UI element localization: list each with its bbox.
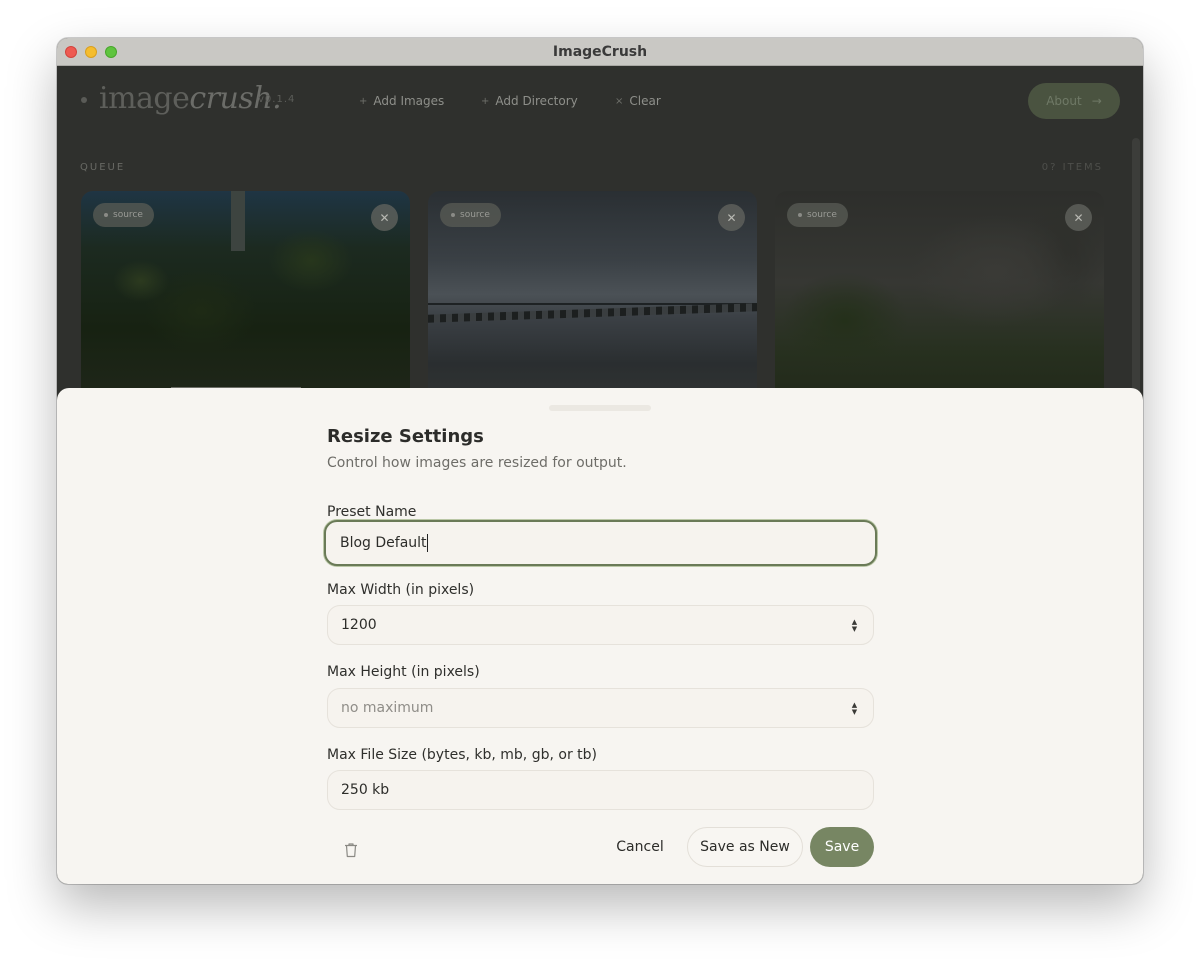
- dot-icon: [798, 213, 802, 217]
- add-images-label: Add Images: [373, 94, 445, 108]
- version-label: v0.1.4: [258, 94, 296, 105]
- about-button[interactable]: About →: [1028, 83, 1120, 119]
- dot-icon: [104, 213, 108, 217]
- delete-preset-button[interactable]: [340, 839, 362, 861]
- source-badge: source: [93, 203, 154, 227]
- minimize-window-button[interactable]: [85, 46, 97, 58]
- close-icon: ×: [615, 95, 624, 107]
- trash-icon: [345, 843, 357, 858]
- source-badge-label: source: [807, 210, 837, 220]
- max-height-placeholder: no maximum: [341, 700, 434, 716]
- close-icon: ✕: [726, 210, 737, 225]
- save-button[interactable]: Save: [810, 827, 874, 867]
- preset-name-label: Preset Name: [327, 504, 417, 520]
- queue-card[interactable]: source ✕: [81, 191, 410, 421]
- clear-label: Clear: [629, 94, 661, 108]
- stepper-icon[interactable]: ▲ ▼: [850, 618, 859, 634]
- max-width-value: 1200: [341, 617, 377, 633]
- plus-icon: +: [359, 95, 368, 107]
- stepper-icon[interactable]: ▲ ▼: [850, 701, 859, 717]
- cancel-button[interactable]: Cancel: [607, 827, 673, 867]
- add-directory-button[interactable]: + Add Directory: [481, 89, 578, 113]
- close-icon: ✕: [1073, 210, 1084, 225]
- remove-image-button[interactable]: ✕: [718, 204, 745, 231]
- max-file-size-label: Max File Size (bytes, kb, mb, gb, or tb): [327, 747, 597, 763]
- source-badge-label: source: [113, 210, 143, 220]
- title-bar: ImageCrush: [57, 38, 1143, 66]
- arrow-right-icon: →: [1091, 94, 1102, 108]
- clear-button[interactable]: × Clear: [615, 89, 661, 113]
- add-directory-label: Add Directory: [495, 94, 578, 108]
- dot-icon: [451, 213, 455, 217]
- logo-main: image: [99, 81, 190, 116]
- window-title: ImageCrush: [552, 43, 648, 60]
- sheet-subtitle: Control how images are resized for outpu…: [327, 455, 627, 471]
- close-icon: ✕: [379, 210, 390, 225]
- save-as-new-button[interactable]: Save as New: [687, 827, 803, 867]
- about-label: About: [1046, 94, 1082, 108]
- queue-card[interactable]: source ✕: [775, 191, 1104, 421]
- queue-card[interactable]: source ✕: [428, 191, 757, 421]
- close-window-button[interactable]: [65, 46, 77, 58]
- source-badge: source: [787, 203, 848, 227]
- preset-name-value: Blog Default: [340, 535, 427, 551]
- sheet-title: Resize Settings: [327, 426, 484, 447]
- remove-image-button[interactable]: ✕: [1065, 204, 1092, 231]
- app-window: ImageCrush imagecrush. v0.1.4 + Add Imag…: [57, 38, 1143, 884]
- image-detail: [231, 191, 245, 251]
- zoom-window-button[interactable]: [105, 46, 117, 58]
- traffic-lights: [65, 46, 117, 58]
- scrollbar[interactable]: [1132, 138, 1140, 398]
- remove-image-button[interactable]: ✕: [371, 204, 398, 231]
- app-header: imagecrush. v0.1.4 + Add Images + Add Di…: [57, 66, 1143, 138]
- source-badge-label: source: [460, 210, 490, 220]
- add-images-button[interactable]: + Add Images: [359, 89, 444, 113]
- queue-heading: QUEUE: [80, 162, 126, 173]
- preset-name-input[interactable]: Blog Default: [324, 520, 877, 566]
- max-height-input[interactable]: no maximum ▲ ▼: [327, 688, 874, 728]
- queue-item-count: 0? ITEMS: [1041, 162, 1103, 173]
- max-file-size-input[interactable]: 250 kb: [327, 770, 874, 810]
- max-height-label: Max Height (in pixels): [327, 664, 480, 680]
- text-caret: [426, 534, 428, 552]
- max-width-input[interactable]: 1200 ▲ ▼: [327, 605, 874, 645]
- max-file-size-value: 250 kb: [341, 782, 390, 798]
- source-badge: source: [440, 203, 501, 227]
- app-logo: imagecrush.: [99, 81, 282, 116]
- sheet-grabber[interactable]: [549, 405, 651, 411]
- logo-dot-icon: [81, 97, 87, 103]
- max-width-label: Max Width (in pixels): [327, 582, 475, 598]
- plus-icon: +: [481, 95, 490, 107]
- resize-settings-sheet: Resize Settings Control how images are r…: [57, 388, 1143, 884]
